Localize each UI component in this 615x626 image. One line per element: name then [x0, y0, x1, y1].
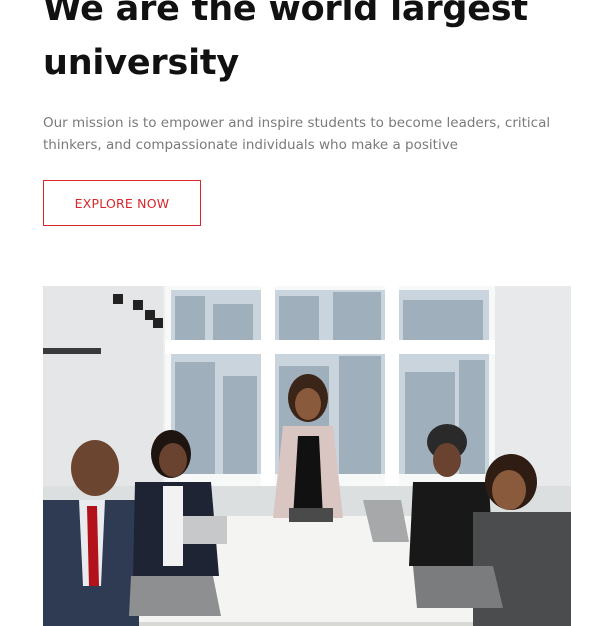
hero-description: Our mission is to empower and inspire st… — [43, 115, 551, 153]
explore-now-button[interactable]: EXPLORE NOW — [43, 180, 201, 226]
meeting-photo-illustration — [43, 286, 571, 626]
hero-section: We are the world largest university — [43, 0, 583, 90]
meeting-photo — [43, 286, 571, 626]
hero-title-line-2: university — [43, 43, 240, 83]
hero-title: We are the world largest university — [43, 0, 583, 90]
hero-title-line-1: We are the world largest — [43, 0, 528, 29]
